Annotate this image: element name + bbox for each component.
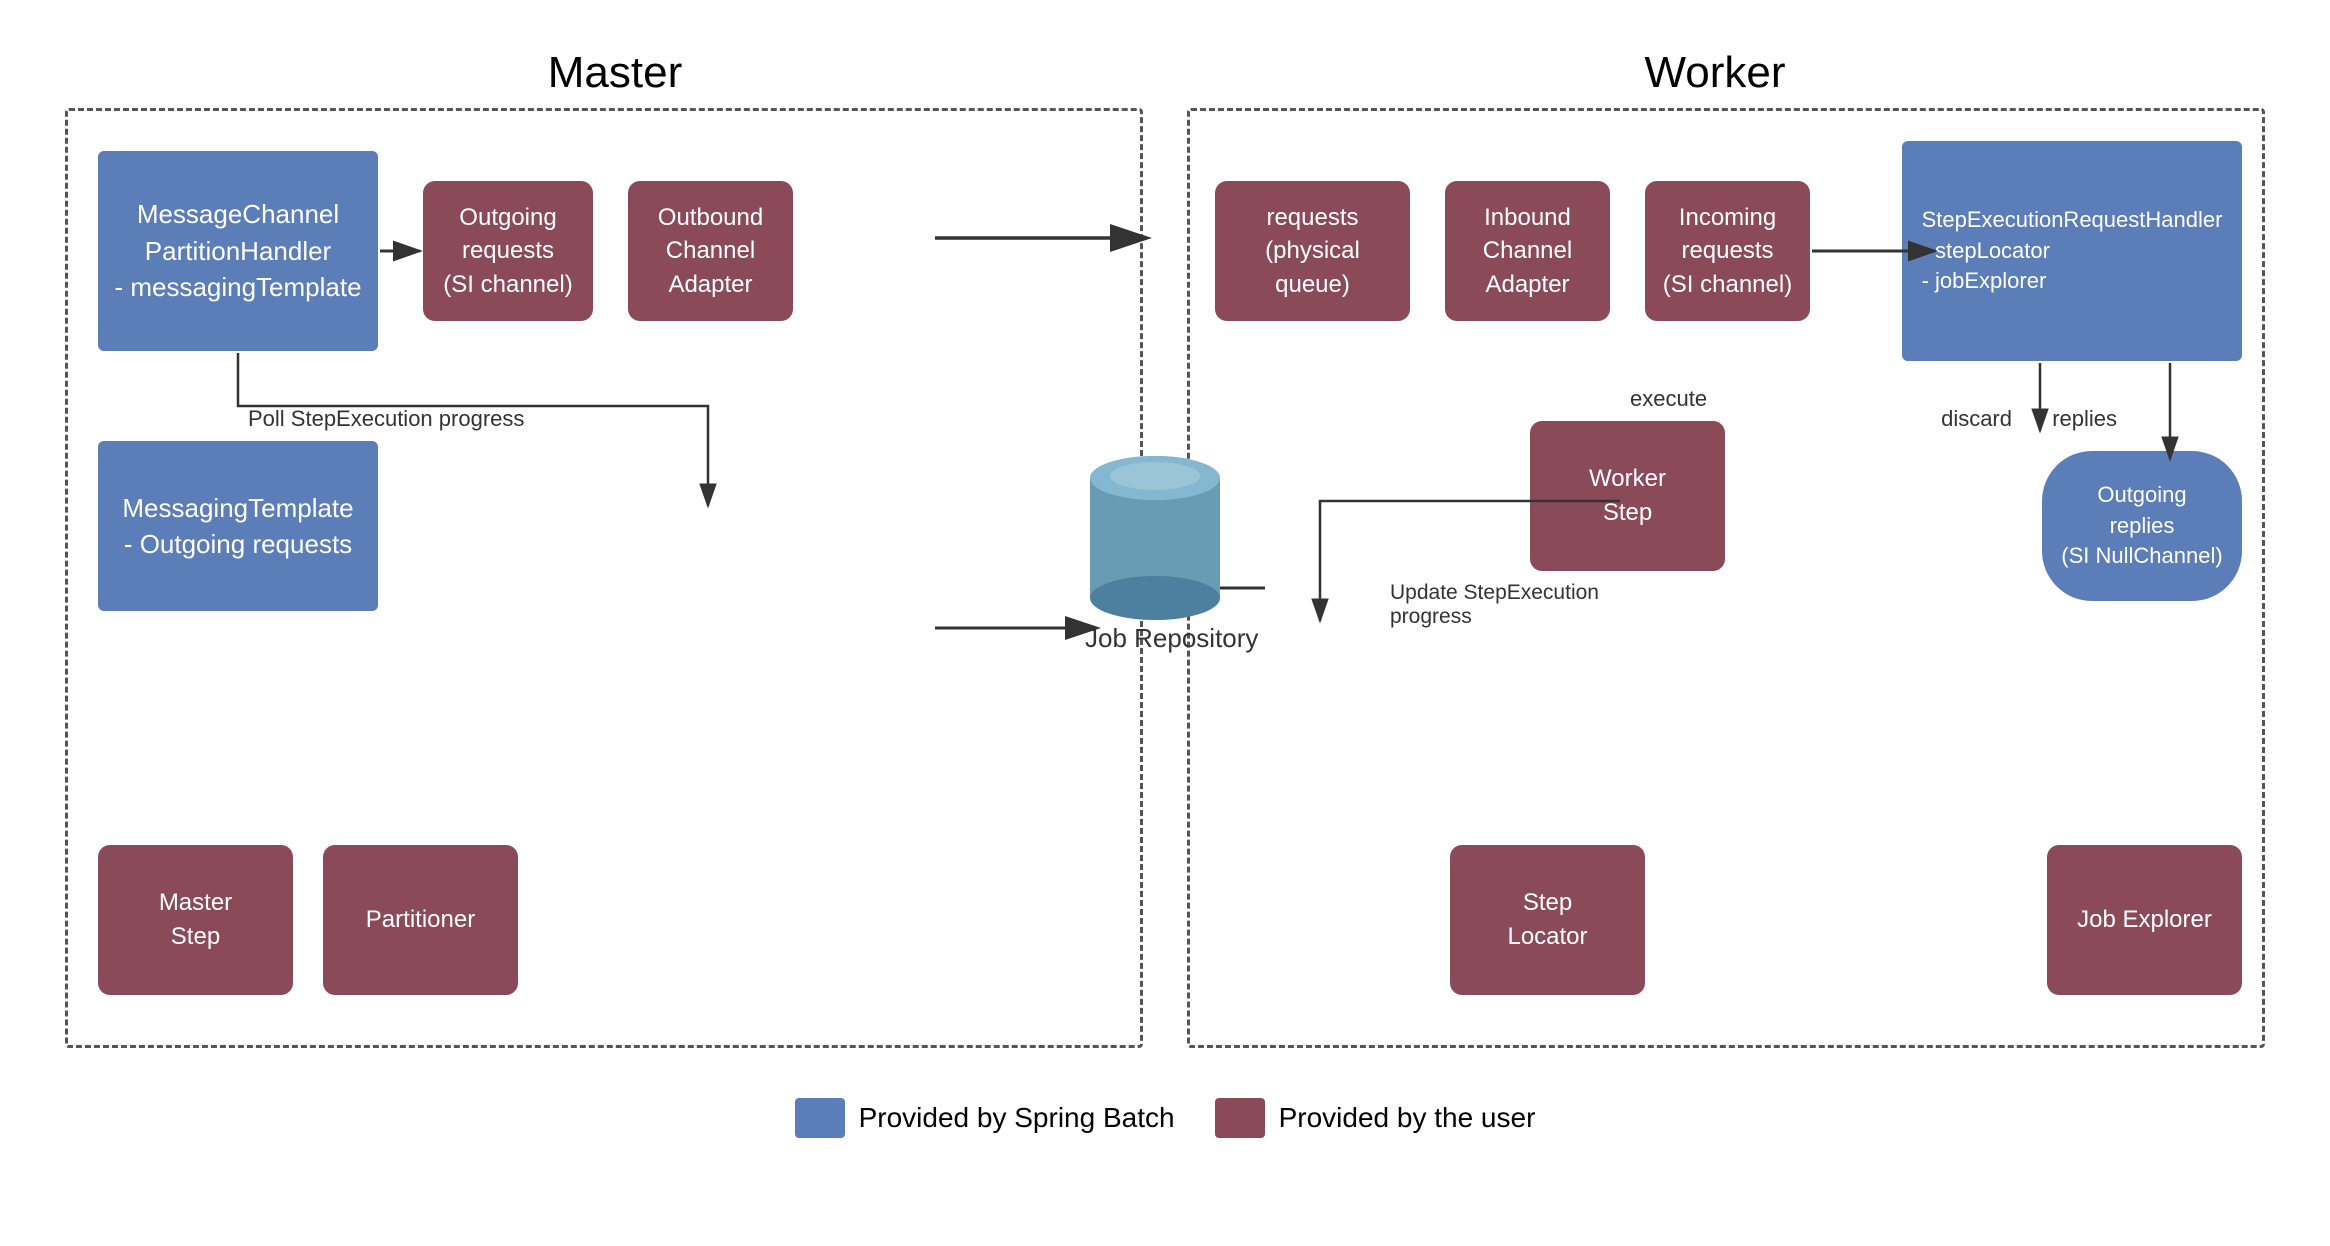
- message-channel-box: MessageChannel PartitionHandler - messag…: [98, 151, 378, 351]
- partitioner-box: Partitioner: [323, 845, 518, 995]
- messaging-template-box: MessagingTemplate - Outgoing requests: [98, 441, 378, 611]
- titles-row: Master Worker: [65, 48, 2265, 98]
- replies-label: replies: [2052, 406, 2117, 432]
- step-locator-box: Step Locator: [1450, 845, 1645, 995]
- job-repo-svg: [1085, 438, 1225, 638]
- master-step-box: Master Step: [98, 845, 293, 995]
- legend-spring-batch: Provided by Spring Batch: [795, 1098, 1175, 1138]
- inbound-adapter-box: Inbound Channel Adapter: [1445, 181, 1610, 321]
- poll-label: Poll StepExecution progress: [248, 406, 524, 432]
- outbound-adapter-box: Outbound Channel Adapter: [628, 181, 793, 321]
- outgoing-replies-box: Outgoing replies (SI NullChannel): [2042, 451, 2242, 601]
- worker-region: requests (physical queue) Inbound Channe…: [1187, 108, 2265, 1048]
- master-region: MessageChannel PartitionHandler - messag…: [65, 108, 1143, 1048]
- step-execution-handler-box: StepExecutionRequestHandler - stepLocato…: [1902, 141, 2242, 361]
- legend-blue-swatch: [795, 1098, 845, 1138]
- outgoing-requests-box: Outgoing requests (SI channel): [423, 181, 593, 321]
- legend: Provided by Spring Batch Provided by the…: [65, 1098, 2265, 1138]
- legend-user: Provided by the user: [1215, 1098, 1536, 1138]
- discard-label: discard: [1941, 406, 2012, 432]
- legend-spring-batch-label: Provided by Spring Batch: [859, 1102, 1175, 1134]
- worker-step-box: Worker Step: [1530, 421, 1725, 571]
- job-repository: Job Repository: [1085, 438, 1258, 654]
- execute-label: execute: [1630, 386, 1707, 412]
- master-title: Master: [65, 48, 1165, 98]
- legend-user-label: Provided by the user: [1279, 1102, 1536, 1134]
- requests-queue-box: requests (physical queue): [1215, 181, 1410, 321]
- diagram-container: Master Worker MessageChannel PartitionHa…: [65, 48, 2265, 1198]
- legend-red-swatch: [1215, 1098, 1265, 1138]
- job-repo-label: Job Repository: [1085, 623, 1258, 654]
- worker-title: Worker: [1165, 48, 2265, 98]
- incoming-requests-box: Incoming requests (SI channel): [1645, 181, 1810, 321]
- update-label: Update StepExecution progress: [1390, 581, 1599, 629]
- job-explorer-box: Job Explorer: [2047, 845, 2242, 995]
